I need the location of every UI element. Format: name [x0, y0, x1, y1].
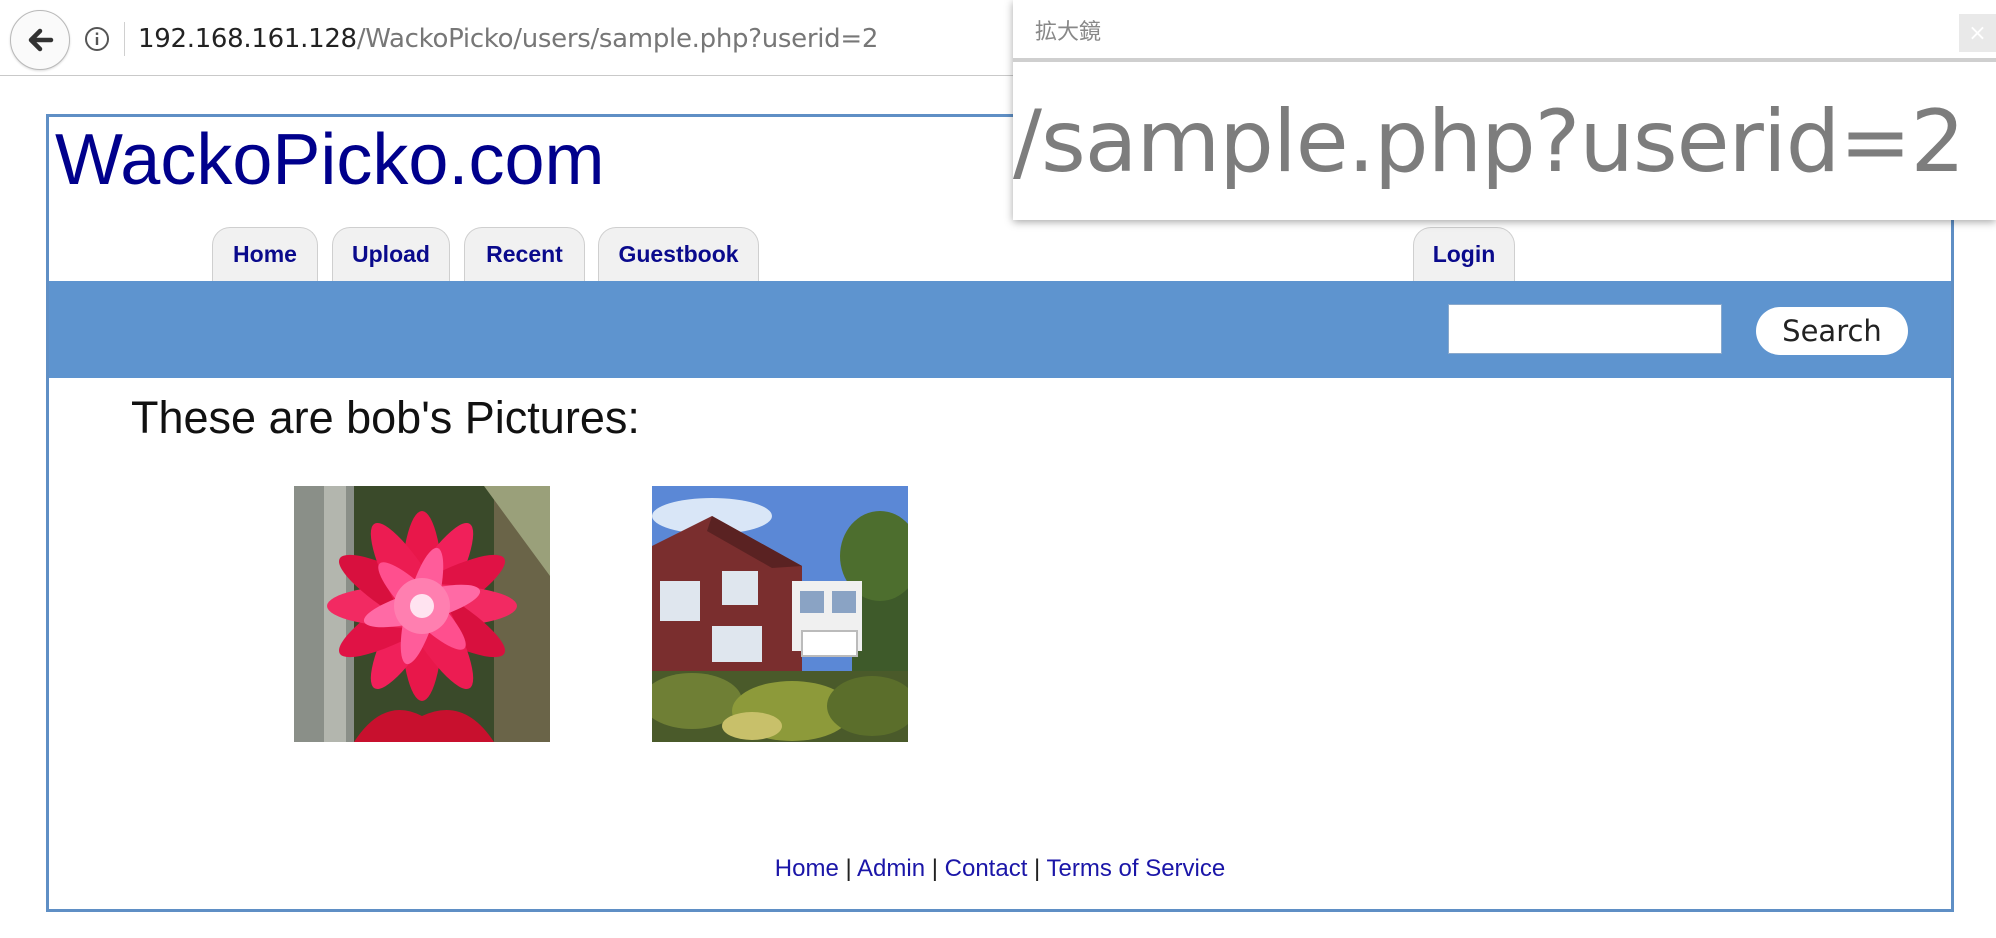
- page-heading: These are bob's Pictures:: [131, 392, 640, 443]
- address-separator: [124, 22, 125, 56]
- site-title[interactable]: WackoPicko.com: [55, 117, 604, 203]
- tab-login[interactable]: Login: [1413, 227, 1515, 281]
- tab-upload[interactable]: Upload: [332, 227, 450, 281]
- tab-guestbook[interactable]: Guestbook: [598, 227, 759, 281]
- footer: Home | Admin | Contact | Terms of Servic…: [49, 855, 1951, 883]
- magnifier-zoomed-text: /sample.php?userid=2: [1013, 92, 1965, 192]
- magnifier-title: 拡大鏡: [1035, 20, 1102, 45]
- footer-separator: |: [925, 855, 945, 882]
- house-image: [652, 486, 908, 742]
- page-frame: WackoPicko.com Home Upload Recent Guestb…: [46, 114, 1954, 912]
- magnifier-close-button[interactable]: ×: [1959, 14, 1996, 52]
- footer-link-contact[interactable]: Contact: [945, 855, 1028, 882]
- tab-home[interactable]: Home: [212, 227, 318, 281]
- flower-image: [294, 486, 550, 742]
- search-button[interactable]: Search: [1756, 307, 1908, 355]
- magnifier-titlebar[interactable]: 拡大鏡 ×: [1013, 0, 1996, 62]
- search-bar: Search: [49, 281, 1951, 378]
- url-host: 192.168.161.128: [138, 24, 357, 54]
- flower-picture[interactable]: [294, 486, 550, 742]
- search-input[interactable]: [1448, 304, 1722, 354]
- footer-separator: |: [838, 855, 858, 882]
- footer-link-terms[interactable]: Terms of Service: [1047, 855, 1226, 882]
- house-picture[interactable]: [652, 486, 908, 742]
- footer-separator: |: [1027, 855, 1047, 882]
- tab-recent[interactable]: Recent: [464, 227, 585, 281]
- back-arrow-icon: [28, 28, 54, 52]
- magnifier-window[interactable]: 拡大鏡 × /sample.php?userid=2: [1013, 0, 1996, 220]
- url-field[interactable]: 192.168.161.128/WackoPicko/users/sample.…: [138, 24, 878, 54]
- back-button[interactable]: [10, 10, 70, 70]
- info-icon[interactable]: [84, 26, 110, 52]
- url-path: /WackoPicko/users/sample.php?userid=2: [356, 24, 879, 54]
- footer-link-home[interactable]: Home: [775, 855, 839, 882]
- footer-link-admin[interactable]: Admin: [857, 855, 925, 882]
